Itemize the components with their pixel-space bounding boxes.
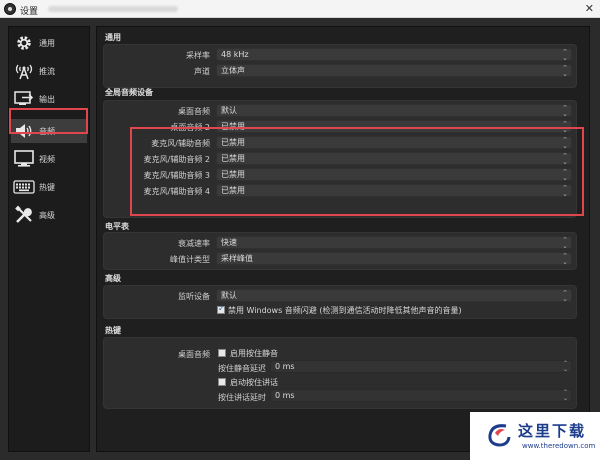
peak-meter-type-select[interactable]: 采样峰值 ⌃ ⌄ [216,252,572,266]
sidebar-item-video[interactable]: 视频 [11,147,87,171]
monitor-device-value: 默认 [221,291,237,300]
desktop-audio-value: 默认 [221,106,237,115]
broadcast-icon [13,61,35,81]
settings-content: 通用 采样率 48 kHz ⌃ ⌄ 声道 立体声 ⌃ ⌄ 全局音频设备 桌面音频 默… [96,26,590,452]
updown-arrows-icon: ⌃ ⌄ [562,289,568,303]
channels-value: 立体声 [221,66,245,75]
disable-ducking-checkbox[interactable] [217,304,225,314]
section-title-global-audio: 全局音频设备 [105,88,153,97]
title-bar: 设置 ✕ [0,0,600,18]
blurred-title-suffix [48,6,178,12]
sidebar-item-label: 通用 [39,38,55,48]
group-advanced: 监听设备 默认 ⌃⌄ 禁用 Windows 音频闪避 (检测到通信活动时降低其他… [103,285,577,319]
hotkey-desktop-audio-label: 桌面音频 [178,350,210,359]
watermark-logo-icon [488,424,511,447]
window-title: 设置 [20,7,39,17]
keyboard-icon [13,177,35,197]
sidebar-item-label: 推流 [39,66,55,76]
channels-select[interactable]: 立体声 ⌃ ⌄ [216,64,572,78]
channels-label: 声道 [194,67,210,76]
updown-arrows-icon: ⌃ ⌄ [562,389,568,402]
section-title-advanced: 高级 [105,274,121,283]
monitor-icon [13,149,35,169]
monitor-device-label: 监听设备 [178,292,210,301]
close-icon[interactable]: ✕ [585,2,594,15]
push-to-talk-label: 启动按住讲话 [230,378,278,387]
sample-rate-value: 48 kHz [221,50,249,59]
output-icon [13,89,35,109]
settings-sidebar: 通用 推流 输出 音频 视频 热键 高级 [8,26,90,452]
section-title-hotkeys: 热键 [105,326,121,335]
watermark-text: 这里下载 [518,422,587,440]
updown-arrows-icon: ⌃ ⌄ [562,360,568,373]
sidebar-item-label: 高级 [39,210,55,220]
push-to-mute-label: 启用按住静音 [230,349,278,358]
section-title-general: 通用 [105,33,121,42]
sidebar-item-hotkeys[interactable]: 热键 [11,175,87,199]
decay-rate-value: 快速 [221,238,237,247]
tools-icon [13,205,35,225]
push-to-mute-delay-value: 0 ms [275,362,295,371]
group-hotkeys: 桌面音频 启用按住静音 按住静音延迟 0 ms ⌃ ⌄ 启动按住讲话 按住讲话延时… [103,337,577,409]
sidebar-item-label: 视频 [39,154,55,164]
watermark: 这里下载 www.theredown.com [470,412,600,460]
monitor-device-select[interactable]: 默认 ⌃ ⌄ [216,289,572,303]
push-to-mute-delay-label: 按住静音延迟 [218,364,266,373]
desktop-audio-label: 桌面音频 [178,107,210,116]
obs-logo-icon [4,3,16,15]
updown-arrows-icon: ⌃ ⌄ [562,64,568,78]
desktop-audio-select[interactable]: 默认 ⌃ ⌄ [216,104,572,118]
peak-meter-type-value: 采样峰值 [221,254,253,263]
sample-rate-select[interactable]: 48 kHz ⌃ ⌄ [216,48,572,62]
push-to-talk-delay-value: 0 ms [275,391,295,400]
updown-arrows-icon: ⌃ ⌄ [562,104,568,118]
push-to-talk-delay-spinbox[interactable]: 0 ms ⌃ ⌄ [270,389,572,402]
highlight-box-mic-devices [130,127,584,216]
updown-arrows-icon: ⌃ ⌄ [562,48,568,62]
gear-icon [13,33,35,53]
push-to-mute-checkbox[interactable] [218,349,226,357]
push-to-talk-delay-label: 按住讲话延时 [218,393,266,402]
push-to-talk-checkbox[interactable] [218,378,226,386]
peak-meter-type-label: 峰值计类型 [170,255,210,264]
sidebar-item-general[interactable]: 通用 [11,31,87,55]
group-meters: 衰减速率 快速 ⌃ ⌄ 峰值计类型 采样峰值 ⌃ ⌄ [103,232,577,270]
push-to-mute-delay-spinbox[interactable]: 0 ms ⌃ ⌄ [270,360,572,373]
disable-ducking-label: 禁用 Windows 音频闪避 (检测到通信活动时降低其他声音的音量) [228,306,462,315]
group-general: 采样率 48 kHz ⌃ ⌄ 声道 立体声 ⌃ ⌄ [103,44,577,88]
updown-arrows-icon: ⌃ ⌄ [562,236,568,250]
highlight-box-audio [9,108,88,134]
sidebar-item-stream[interactable]: 推流 [11,59,87,83]
sidebar-item-advanced[interactable]: 高级 [11,203,87,227]
section-title-meters: 电平表 [105,222,129,231]
sidebar-item-label: 输出 [39,94,55,104]
decay-rate-label: 衰减速率 [178,239,210,248]
updown-arrows-icon: ⌃ ⌄ [562,252,568,266]
sample-rate-label: 采样率 [186,51,210,60]
watermark-url: www.theredown.com [522,442,596,450]
settings-window-body: 通用 推流 输出 音频 视频 热键 高级 通用 采样率 48 kHz ⌃ ⌄ 声… [0,18,600,460]
decay-rate-select[interactable]: 快速 ⌃ ⌄ [216,236,572,250]
sidebar-item-label: 热键 [39,182,55,192]
